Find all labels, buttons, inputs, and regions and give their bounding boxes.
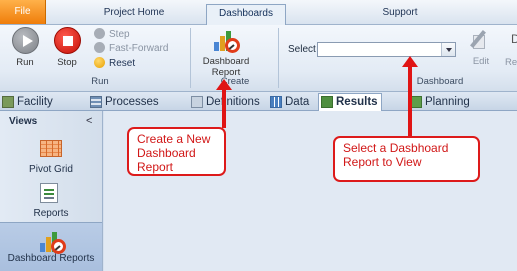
annotation-arrow: [408, 66, 412, 137]
processes-icon: [90, 96, 102, 108]
tab-planning[interactable]: Planning: [408, 94, 470, 111]
nav-item-label: Dashboard Reports: [7, 253, 95, 264]
report-document-icon: [40, 183, 58, 203]
run-group-label: Run: [91, 76, 109, 87]
views-sidebar: Views < Pivot Grid Reports Dashboard Rep…: [0, 111, 103, 271]
reset-button[interactable]: Reset: [94, 57, 135, 71]
pivot-grid-icon: [40, 140, 62, 157]
stop-icon: [53, 27, 81, 54]
stop-label: Stop: [57, 57, 77, 68]
edit-icon: [470, 27, 492, 53]
edit-button[interactable]: Edit: [467, 27, 495, 67]
dashboard-gauge-icon: [38, 228, 66, 254]
tab-processes-label: Processes: [105, 96, 159, 108]
nav-item-dashboard-reports[interactable]: Dashboard Reports: [0, 222, 102, 271]
annotation-arrowhead: [402, 56, 418, 67]
tab-planning-label: Planning: [425, 96, 470, 108]
results-icon: [321, 96, 333, 108]
chevron-down-icon[interactable]: [441, 43, 455, 56]
dashboard-gauge-icon: [212, 27, 240, 53]
reset-icon: [94, 57, 105, 68]
create-group-label: Create: [220, 76, 250, 87]
nav-item-label: Reports: [33, 208, 69, 219]
nav-item-label: Pivot Grid: [29, 164, 73, 175]
views-title: Views: [9, 116, 38, 127]
step-icon: [94, 28, 105, 39]
fast-forward-label: Fast-Forward: [109, 43, 169, 54]
ribbon: Run Stop Step Fast-Forward Reset Run Das…: [0, 25, 517, 92]
run-button[interactable]: Run: [10, 27, 40, 68]
tab-definitions-label: Definitions: [206, 96, 260, 108]
select-label: Select: [288, 44, 316, 55]
facility-icon: [2, 96, 14, 108]
dashboard-report-button[interactable]: Dashboard Report: [200, 27, 252, 78]
menu-tab-support[interactable]: Support: [350, 4, 450, 24]
tab-data[interactable]: Data: [268, 94, 309, 111]
view-tab-bar: Facility Processes Definitions Data Resu…: [0, 92, 517, 111]
tab-data-label: Data: [285, 96, 310, 108]
collapse-icon[interactable]: <: [86, 115, 92, 127]
data-table-icon: [270, 96, 282, 108]
reset-label: Reset: [109, 58, 136, 69]
menu-tab-file[interactable]: File: [0, 0, 46, 24]
tab-facility[interactable]: Facility: [0, 94, 53, 111]
run-label: Run: [16, 57, 34, 68]
menu-tab-dashboards[interactable]: Dashboards: [206, 4, 286, 26]
tab-processes[interactable]: Processes: [88, 94, 159, 111]
dashboard-select-dropdown[interactable]: [317, 42, 456, 57]
stop-button[interactable]: Stop: [50, 27, 84, 68]
delete-button-partial[interactable]: D: [511, 32, 517, 46]
menu-tab-project-home[interactable]: Project Home: [84, 4, 184, 24]
ribbon-divider: [190, 28, 191, 88]
play-icon: [11, 27, 39, 54]
annotation-arrow: [222, 88, 226, 128]
nav-item-reports[interactable]: Reports: [0, 183, 102, 219]
tab-results[interactable]: Results: [318, 93, 382, 111]
definitions-icon: [191, 96, 203, 108]
step-label: Step: [109, 29, 130, 40]
select-annotation-callout: Select a Dasbhoard Report to View: [333, 136, 480, 182]
tab-facility-label: Facility: [17, 96, 53, 108]
rename-button-partial[interactable]: Re: [505, 57, 517, 68]
fast-forward-button[interactable]: Fast-Forward: [94, 42, 168, 56]
nav-item-pivot-grid[interactable]: Pivot Grid: [0, 138, 102, 178]
edit-label: Edit: [472, 56, 490, 67]
fast-forward-icon: [94, 42, 105, 53]
step-button[interactable]: Step: [94, 28, 130, 42]
annotation-arrowhead: [216, 79, 232, 90]
tab-results-label: Results: [336, 96, 378, 108]
menu-tab-bar: File Project Home Dashboards Support: [0, 0, 517, 26]
ribbon-divider: [278, 28, 279, 88]
create-annotation-callout: Create a New Dashboard Report: [127, 127, 226, 176]
